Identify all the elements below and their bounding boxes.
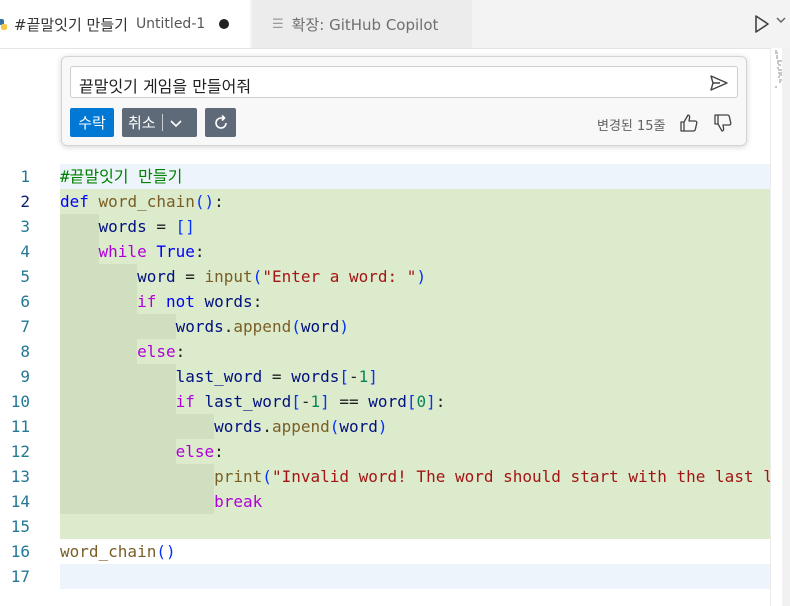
code-line[interactable]: 17 xyxy=(0,564,770,589)
line-number: 5 xyxy=(20,267,30,286)
code-line[interactable]: 11 words.append(word) xyxy=(0,414,770,439)
code-text: if not words: xyxy=(137,292,263,311)
cancel-label: 취소 xyxy=(128,114,156,132)
button-divider xyxy=(161,114,163,131)
line-number: 7 xyxy=(20,317,30,336)
code-text: last_word = words[-1] xyxy=(175,367,378,386)
tab-title: 확장: GitHub Copilot xyxy=(291,15,439,34)
code-line[interactable]: 8 else: xyxy=(0,339,770,364)
line-number: 3 xyxy=(20,217,30,236)
code-line[interactable]: 7 words.append(word) xyxy=(0,314,770,339)
tab-subtitle: Untitled-1 xyxy=(135,16,206,32)
code-line[interactable]: 5 word = input("Enter a word: ") xyxy=(0,264,770,289)
tab-title: #끝말잇기 만들기 xyxy=(14,15,128,34)
unsaved-dot-icon[interactable] xyxy=(219,19,230,29)
accept-button[interactable]: 수락 xyxy=(70,108,114,137)
code-line[interactable]: 15 xyxy=(0,514,770,539)
code-line[interactable]: 14 break xyxy=(0,489,770,514)
python-icon xyxy=(0,17,8,31)
chat-prompt-input[interactable]: 끝말잇기 게임을 만들어줘 xyxy=(70,66,738,98)
minimap-line xyxy=(775,86,778,88)
line-number: 1 xyxy=(20,167,30,186)
code-line[interactable]: 13 print("Invalid word! The word should … xyxy=(0,464,790,489)
chat-prompt-text: 끝말잇기 게임을 만들어줘 xyxy=(79,77,252,96)
tab-github-copilot[interactable]: ☰ 확장: GitHub Copilot xyxy=(252,0,472,48)
code-line[interactable]: 1 #끝말잇기 만들기 xyxy=(0,164,770,189)
code-text: else: xyxy=(137,342,186,361)
line-number: 17 xyxy=(10,567,30,586)
vertical-scrollbar[interactable] xyxy=(782,48,790,606)
line-background xyxy=(60,564,770,589)
line-number: 12 xyxy=(10,442,30,461)
inline-chat-widget: 끝말잇기 게임을 만들어줘 수락 취소 변경된 15줄 xyxy=(61,56,747,146)
thumbs-down-icon[interactable] xyxy=(712,112,734,134)
code-text: word = input("Enter a word: ") xyxy=(137,267,427,286)
code-text: words.append(word) xyxy=(175,317,350,336)
line-number: 10 xyxy=(10,392,30,411)
code-line[interactable]: 3 words = [] xyxy=(0,214,770,239)
tab-bar: #끝말잇기 만들기 Untitled-1 ☰ 확장: GitHub Copilo… xyxy=(0,0,790,49)
regenerate-button[interactable] xyxy=(205,108,236,137)
code-text: def word_chain(): xyxy=(60,192,224,211)
line-number: 9 xyxy=(20,367,30,386)
code-editor[interactable]: 1 #끝말잇기 만들기 2 def word_chain(): 3 words = []… xyxy=(0,163,790,606)
code-text: words = [] xyxy=(98,217,195,236)
code-text: break xyxy=(214,492,263,511)
code-text: while True: xyxy=(98,242,205,261)
play-icon[interactable] xyxy=(752,12,772,36)
chevron-down-icon[interactable] xyxy=(169,116,183,130)
code-text: if last_word[-1] == word[0]: xyxy=(175,392,446,411)
cancel-button[interactable]: 취소 xyxy=(122,108,197,137)
line-number: 4 xyxy=(20,242,30,261)
line-number: 14 xyxy=(10,492,30,511)
line-number: 6 xyxy=(20,292,30,311)
refresh-icon xyxy=(214,114,227,129)
code-text: word_chain() xyxy=(60,542,176,561)
chevron-down-icon[interactable] xyxy=(776,14,786,26)
code-text: words.append(word) xyxy=(214,417,388,436)
tab-untitled-1[interactable]: #끝말잇기 만들기 Untitled-1 xyxy=(0,0,250,48)
line-number: 2 xyxy=(20,192,30,211)
changed-lines-label: 변경된 15줄 xyxy=(597,119,666,134)
line-number: 13 xyxy=(10,467,30,486)
line-number: 8 xyxy=(20,342,30,361)
thumbs-up-icon[interactable] xyxy=(678,112,700,134)
line-number: 15 xyxy=(10,517,30,536)
code-line[interactable]: 12 else: xyxy=(0,439,770,464)
code-text: else: xyxy=(175,442,224,461)
code-line[interactable]: 10 if last_word[-1] == word[0]: xyxy=(0,389,770,414)
code-text: print("Invalid word! The word should sta… xyxy=(214,467,790,486)
diff-added-background xyxy=(60,514,770,539)
minimap-line xyxy=(779,81,781,84)
code-line[interactable]: 4 while True: xyxy=(0,239,770,264)
code-line[interactable]: 6 if not words: xyxy=(0,289,770,314)
code-line[interactable]: 9 last_word = words[-1] xyxy=(0,364,770,389)
send-icon[interactable] xyxy=(709,73,729,93)
line-number: 11 xyxy=(10,417,30,436)
code-text: #끝말잇기 만들기 xyxy=(60,167,183,186)
code-line[interactable]: 16 word_chain() xyxy=(0,539,770,564)
line-number: 16 xyxy=(10,542,30,561)
document-icon: ☰ xyxy=(272,16,284,32)
code-line[interactable]: 2 def word_chain(): xyxy=(0,189,770,214)
